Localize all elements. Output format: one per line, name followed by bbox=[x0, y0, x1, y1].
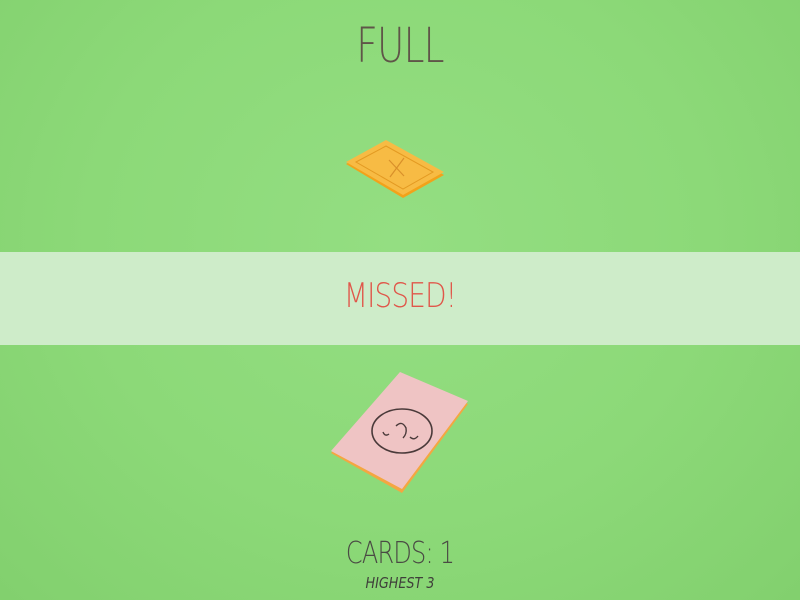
bottom-card-edge bbox=[331, 374, 468, 493]
mode-title: FULL bbox=[356, 18, 444, 74]
top-card-inner-border bbox=[354, 145, 435, 190]
cards-count: CARDS: 1 bbox=[345, 536, 455, 571]
result-message: MISSED! bbox=[343, 276, 457, 316]
top-card-face bbox=[346, 140, 444, 195]
x-mark-icon bbox=[388, 157, 405, 178]
bottom-card-face bbox=[331, 372, 468, 489]
top-card-edge bbox=[346, 142, 444, 198]
highest-score: HIGHEST 3 bbox=[365, 574, 435, 592]
sad-face-icon bbox=[371, 408, 433, 454]
